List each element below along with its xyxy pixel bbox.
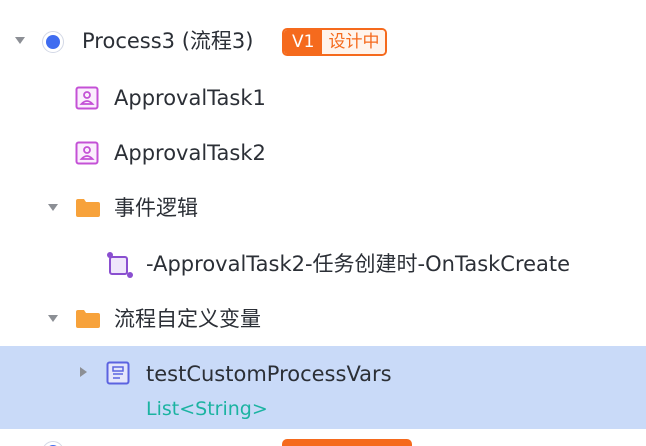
folder-icon xyxy=(75,309,101,329)
variable-icon xyxy=(106,361,130,385)
tree-node-vars-folder[interactable]: 流程自定义变量 xyxy=(0,299,646,339)
process-tree: Process3 (流程3) V1 设计中 ApprovalTask1 Appr… xyxy=(0,0,646,446)
tree-node-task[interactable]: ApprovalTask2 xyxy=(0,133,646,173)
user-task-icon xyxy=(75,141,99,165)
folder-label: 事件逻辑 xyxy=(114,196,198,220)
caret-down-icon[interactable] xyxy=(15,37,25,44)
caret-down-icon[interactable] xyxy=(48,315,58,322)
user-task-icon xyxy=(75,86,99,110)
tree-node-event[interactable]: -ApprovalTask2-任务创建时-OnTaskCreate xyxy=(0,244,646,284)
version-label: V1 xyxy=(284,30,323,54)
tree-node-event-folder[interactable]: 事件逻辑 xyxy=(0,188,646,228)
process-version-badge xyxy=(282,439,412,446)
process-icon xyxy=(42,31,64,53)
variable-type: List<String> xyxy=(146,398,268,420)
event-label: -ApprovalTask2-任务创建时-OnTaskCreate xyxy=(146,252,571,276)
caret-down-icon[interactable] xyxy=(48,204,58,211)
event-icon xyxy=(106,251,134,279)
variable-name: testCustomProcessVars xyxy=(146,362,392,386)
tree-node-process[interactable]: Process3 (流程3) V1 设计中 xyxy=(0,22,646,62)
tree-node-task[interactable]: ApprovalTask1 xyxy=(0,78,646,118)
status-label: 设计中 xyxy=(322,30,386,54)
process-version-badge: V1 设计中 xyxy=(282,28,388,56)
process-icon xyxy=(42,441,64,446)
task-label: ApprovalTask2 xyxy=(114,141,266,165)
process-name: Process3 (流程3) xyxy=(82,29,254,53)
caret-right-icon[interactable] xyxy=(80,367,87,377)
folder-label: 流程自定义变量 xyxy=(114,307,261,331)
tree-node-process-partial[interactable] xyxy=(0,433,646,446)
task-label: ApprovalTask1 xyxy=(114,86,266,110)
tree-node-variable[interactable]: testCustomProcessVars List<String> xyxy=(0,346,646,429)
folder-icon xyxy=(75,198,101,218)
